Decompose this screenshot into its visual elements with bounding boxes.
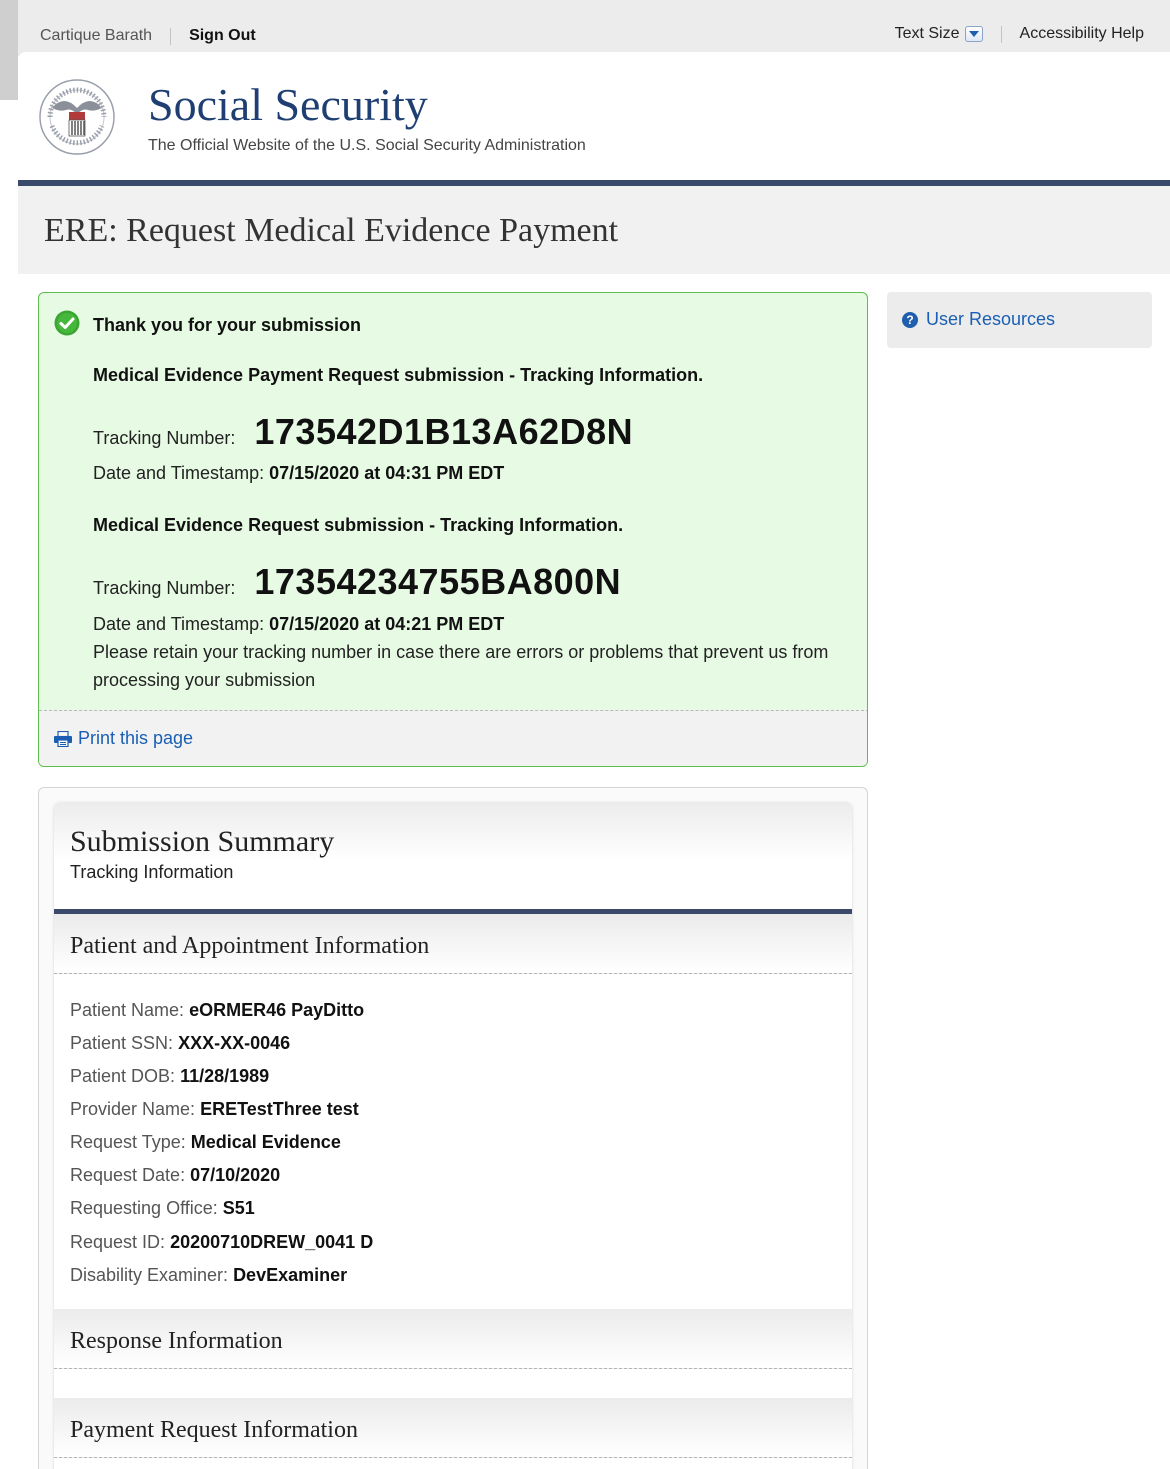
confirmation-box: Thank you for your submission Medical Ev… [38,292,868,767]
payment-section-title: Payment Request Information [70,1417,358,1443]
user-resources-label: User Resources [926,309,1056,329]
check-circle-icon [54,310,80,336]
field-disability-examiner: Disability Examiner: DevExaminer [70,1265,347,1286]
field-label: Requesting Office: [70,1198,218,1218]
payment-date-row: Date and Timestamp: 07/15/2020 at 04:31 … [93,463,504,484]
field-value: Medical Evidence [190,1132,341,1152]
field-label: Patient SSN: [70,1033,174,1053]
page-title-bar: ERE: Request Medical Evidence Payment [18,186,1170,274]
summary-subtitle: Tracking Information [70,862,234,882]
retain-note: Please retain your tracking number in ca… [93,642,829,690]
request-date-row: Date and Timestamp: 07/15/2020 at 04:21 … [93,614,504,635]
submission-summary-panel: Submission Summary Tracking Information … [38,787,868,1469]
user-area: Cartique Barath Sign Out [40,27,256,45]
utility-right: Text Size Accessibility Help [895,25,1144,43]
field-value: XXX-XX-0046 [178,1033,291,1053]
field-requesting-office: Requesting Office: S51 [70,1198,255,1219]
field-request-id: Request ID: 20200710DREW_0041 D [70,1232,373,1253]
page-edge [0,0,18,1469]
tracking-number-label: Tracking Number: [93,578,236,598]
divider [170,27,172,45]
field-patient-ssn: Patient SSN: XXX-XX-0046 [70,1033,290,1054]
date-label: Date and Timestamp: [93,614,265,634]
text-size-control[interactable]: Text Size [895,25,983,43]
sign-out-link[interactable]: Sign Out [189,27,256,45]
field-label: Request Type: [70,1132,186,1152]
field-value: 11/28/1989 [180,1066,270,1086]
divider [1000,25,1002,43]
printer-icon [54,730,72,747]
payment-section-header: Payment Request Information [54,1398,852,1458]
request-tracking-row: Tracking Number: 17354234755BA800N [93,561,621,603]
text-size-label: Text Size [894,25,960,42]
request-tracking-number: 17354234755BA800N [254,561,622,602]
summary-header: Submission Summary Tracking Information [54,803,852,909]
confirmation-heading: Thank you for your submission [93,315,362,335]
summary-title: Submission Summary [70,825,335,858]
request-date-value: 07/15/2020 at 04:21 PM EDT [269,614,505,634]
response-section-header: Response Information [54,1309,852,1369]
field-value: eORMER46 PayDitto [189,1000,365,1020]
field-value: 07/10/2020 [190,1165,281,1185]
field-label: Provider Name: [70,1099,196,1119]
patient-section-title: Patient and Appointment Information [70,933,430,959]
date-label: Date and Timestamp: [93,463,265,483]
summary-card: Submission Summary Tracking Information … [54,803,852,1469]
field-provider-name: Provider Name: ERETestThree test [70,1099,359,1120]
site-subtitle: The Official Website of the U.S. Social … [148,137,586,154]
print-page-label: Print this page [78,728,194,748]
field-label: Patient DOB: [70,1066,176,1086]
field-patient-name: Patient Name: eORMER46 PayDitto [70,1000,364,1021]
patient-section-header: Patient and Appointment Information [54,914,852,974]
field-label: Patient Name: [70,1000,185,1020]
chevron-down-icon[interactable] [964,26,983,42]
print-bar: Print this page [39,710,867,766]
response-section-title: Response Information [70,1328,283,1354]
field-patient-dob: Patient DOB: 11/28/1989 [70,1066,269,1087]
field-request-date: Request Date: 07/10/2020 [70,1165,280,1186]
field-label: Request ID: [70,1232,166,1252]
payment-tracking-row: Tracking Number: 173542D1B13A62D8N [93,411,633,453]
field-label: Request Date: [70,1165,186,1185]
field-request-type: Request Type: Medical Evidence [70,1132,341,1153]
site-title[interactable]: Social Security [148,78,428,131]
user-resources-link[interactable]: ? User Resources [902,309,1055,330]
field-label: Disability Examiner: [70,1265,229,1285]
print-page-link[interactable]: Print this page [53,728,193,749]
field-value: 20200710DREW_0041 D [170,1232,374,1252]
site-header: Social Security The Official Website of … [18,52,1170,180]
request-tracking-section-title: Medical Evidence Request submission - Tr… [93,515,624,535]
help-circle-icon: ? [902,311,918,328]
user-name: Cartique Barath [40,27,153,44]
accessibility-help-link[interactable]: Accessibility Help [1020,25,1144,43]
tracking-number-label: Tracking Number: [93,428,236,448]
page-title: ERE: Request Medical Evidence Payment [44,212,619,249]
field-value: DevExaminer [233,1265,348,1285]
payment-tracking-number: 173542D1B13A62D8N [254,411,634,452]
utility-bar: Cartique Barath Sign Out Text Size Acces… [0,0,1170,56]
payment-tracking-section-title: Medical Evidence Payment Request submiss… [93,365,704,385]
ssa-seal-icon[interactable] [38,78,116,156]
payment-date-value: 07/15/2020 at 04:31 PM EDT [269,463,505,483]
user-resources-panel: ? User Resources [887,292,1152,348]
field-value: S51 [222,1198,255,1218]
field-value: ERETestThree test [200,1099,359,1119]
